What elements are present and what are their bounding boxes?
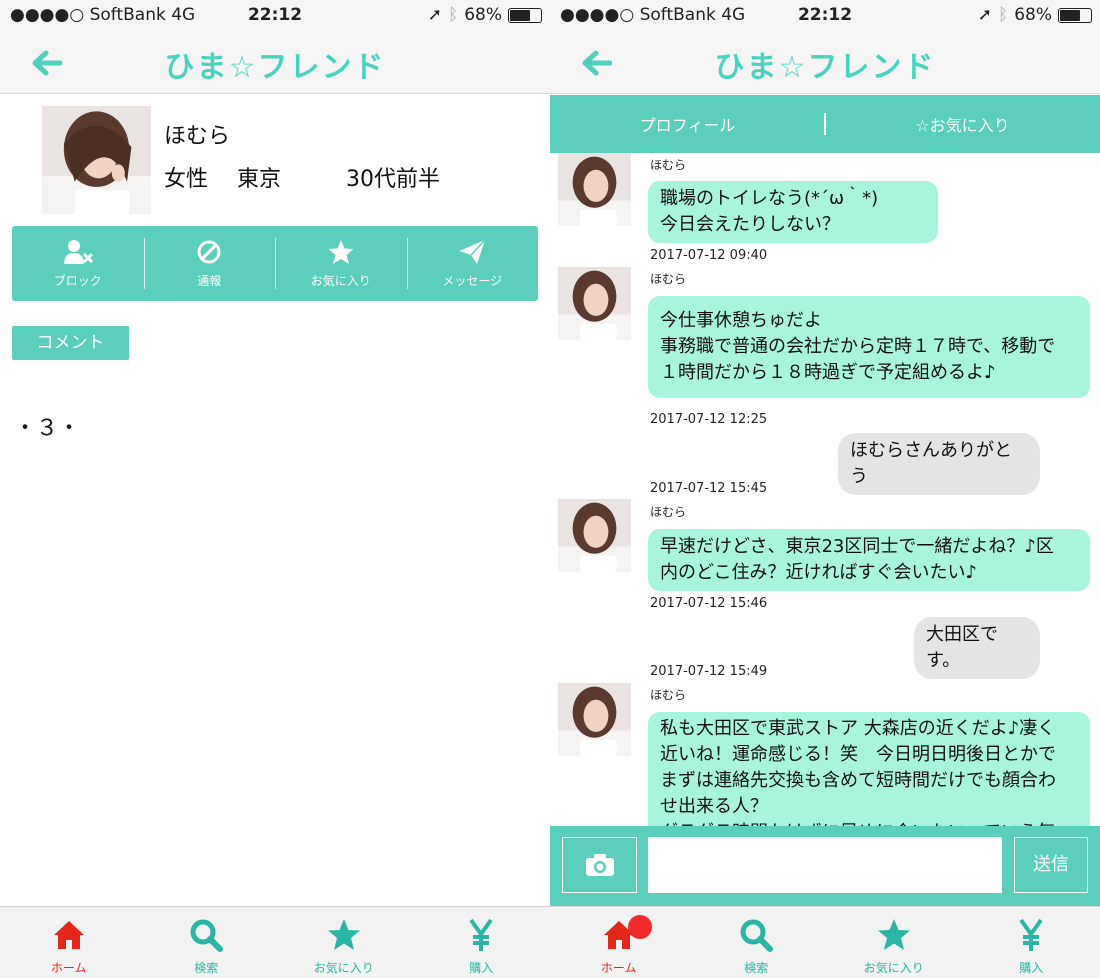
profile-name: ほむら <box>164 124 231 149</box>
yen-icon <box>469 918 493 951</box>
tab-favorites-label: お気に入り <box>863 961 924 975</box>
message-timestamp: 2017-07-12 15:45 <box>650 481 768 496</box>
tab-search[interactable]: 検索 <box>138 907 276 978</box>
tab-favorites[interactable]: お気に入り <box>825 907 963 978</box>
home-icon <box>53 921 84 949</box>
message-timestamp: 2017-07-12 12:25 <box>650 412 768 427</box>
sender-name: ほむら <box>650 688 687 702</box>
tab-search[interactable]: 検索 <box>688 907 826 978</box>
message-bubble-outgoing: ほむらさんありがとう <box>838 433 1040 495</box>
report-label: 通報 <box>197 274 222 288</box>
tab-favorites-label: お気に入り <box>313 961 374 975</box>
favorite-label: お気に入り <box>310 274 371 288</box>
sender-avatar[interactable] <box>558 499 631 572</box>
status-bar: ●●●●○ SoftBank 4G 22:12 ➚ ᛒ 68% <box>0 0 550 30</box>
tab-home-label: ホーム <box>50 961 87 975</box>
app-logo: ひま☆フレンド <box>714 50 936 85</box>
app-logo: ひま☆フレンド <box>164 50 386 85</box>
tab-purchase[interactable]: 購入 <box>963 907 1100 978</box>
message-label: メッセージ <box>442 274 503 288</box>
message-bubble-incoming: 私も大田区で東武ストア 大森店の近くだよ♪凄く 近いね！運命感じる！笑 今日明日… <box>648 712 1090 826</box>
tab-add-favorite[interactable]: ☆お気に入り <box>825 95 1100 153</box>
battery-icon <box>1058 7 1092 23</box>
favorite-button[interactable]: お気に入り <box>275 226 407 301</box>
battery-icon <box>508 7 542 23</box>
location-icon: ➚ <box>977 5 992 25</box>
message-timestamp: 2017-07-12 15:46 <box>650 596 768 611</box>
block-label: ブロック <box>53 274 102 288</box>
bottom-tab-bar: ホーム 検索 お気に入り 購入 <box>0 906 550 978</box>
status-icons: ➚ ᛒ 68% <box>428 5 542 25</box>
message-timestamp: 2017-07-12 15:49 <box>650 664 768 679</box>
message-bubble-incoming: 職場のトイレなう(*´ω｀*) 今日会えたりしない？ <box>648 181 938 243</box>
profile-gender: 女性 <box>164 167 209 192</box>
tab-home-label: ホーム <box>600 961 637 975</box>
star-icon <box>328 240 354 264</box>
sender-avatar[interactable] <box>558 267 631 340</box>
notification-badge <box>628 915 652 939</box>
paper-plane-icon <box>459 239 486 264</box>
search-icon <box>740 919 774 952</box>
profile-age: 30代前半 <box>346 167 440 192</box>
profile-action-bar: ブロック 通報 お気に入り メッセージ <box>12 226 538 301</box>
comment-text: ・３・ <box>14 416 81 441</box>
send-button[interactable]: 送信 <box>1014 837 1088 893</box>
tab-purchase-label: 購入 <box>469 961 494 975</box>
bluetooth-icon: ᛒ <box>448 5 459 25</box>
message-bubble-incoming: 早速だけどさ、東京23区同士で一緒だよね？♪区 内のどこ住み？近ければすぐ会いた… <box>648 529 1090 591</box>
message-composer: 送信 <box>550 826 1100 906</box>
chat-subtabs: プロフィール ☆お気に入り <box>550 95 1100 153</box>
app-header: ひま☆フレンド <box>0 30 550 94</box>
sender-name: ほむら <box>650 505 687 519</box>
tab-search-label: 検索 <box>194 961 219 975</box>
app-header: ひま☆フレンド <box>550 30 1100 94</box>
tab-search-label: 検索 <box>744 961 769 975</box>
sender-avatar[interactable] <box>558 153 631 226</box>
battery-percent: 68% <box>464 5 502 25</box>
camera-icon <box>585 854 614 876</box>
report-button[interactable]: 通報 <box>143 226 276 301</box>
tab-favorites[interactable]: お気に入り <box>275 907 413 978</box>
location-icon: ➚ <box>427 5 442 25</box>
block-user-icon <box>63 240 93 264</box>
subtab-divider <box>824 113 826 135</box>
message-timestamp: 2017-07-12 09:40 <box>650 248 768 263</box>
star-icon <box>877 919 910 950</box>
tab-home[interactable]: ホーム <box>0 907 138 978</box>
star-icon <box>327 919 360 950</box>
battery-percent: 68% <box>1014 5 1052 25</box>
camera-button[interactable] <box>562 837 637 893</box>
message-bubble-outgoing: 大田区です。 <box>914 617 1040 679</box>
profile-location: 東京 <box>237 167 282 192</box>
comment-tab[interactable]: コメント <box>12 326 129 360</box>
status-bar: ●●●●○ SoftBank 4G 22:12 ➚ ᛒ 68% <box>550 0 1100 30</box>
bottom-tab-bar: ホーム 検索 お気に入り 購入 <box>550 906 1100 978</box>
profile-screen: ●●●●○ SoftBank 4G 22:12 ➚ ᛒ 68% ひま☆フレンド … <box>0 0 550 978</box>
chat-screen: ●●●●○ SoftBank 4G 22:12 ➚ ᛒ 68% ひま☆フレンド … <box>550 0 1100 978</box>
status-icons: ➚ ᛒ 68% <box>978 5 1092 25</box>
tab-home[interactable]: ホーム <box>550 907 688 978</box>
message-bubble-incoming: 今仕事休憩ちゅだよ 事務職で普通の会社だから定時１７時で、移動で １時間だから１… <box>648 296 1090 398</box>
search-icon <box>190 919 224 952</box>
tab-purchase[interactable]: 購入 <box>413 907 551 978</box>
chat-thread[interactable]: ほむら 職場のトイレなう(*´ω｀*) 今日会えたりしない？ 2017-07-1… <box>550 153 1100 826</box>
sender-name: ほむら <box>650 158 687 172</box>
tab-profile[interactable]: プロフィール <box>550 95 825 153</box>
tab-purchase-label: 購入 <box>1019 961 1044 975</box>
yen-icon <box>1019 918 1043 951</box>
prohibit-icon <box>197 240 221 264</box>
bluetooth-icon: ᛒ <box>998 5 1009 25</box>
block-button[interactable]: ブロック <box>12 226 144 301</box>
sender-name: ほむら <box>650 272 687 286</box>
message-button[interactable]: メッセージ <box>406 226 539 301</box>
sender-avatar[interactable] <box>558 683 631 756</box>
message-input[interactable] <box>648 837 1002 893</box>
profile-avatar[interactable] <box>42 106 151 214</box>
